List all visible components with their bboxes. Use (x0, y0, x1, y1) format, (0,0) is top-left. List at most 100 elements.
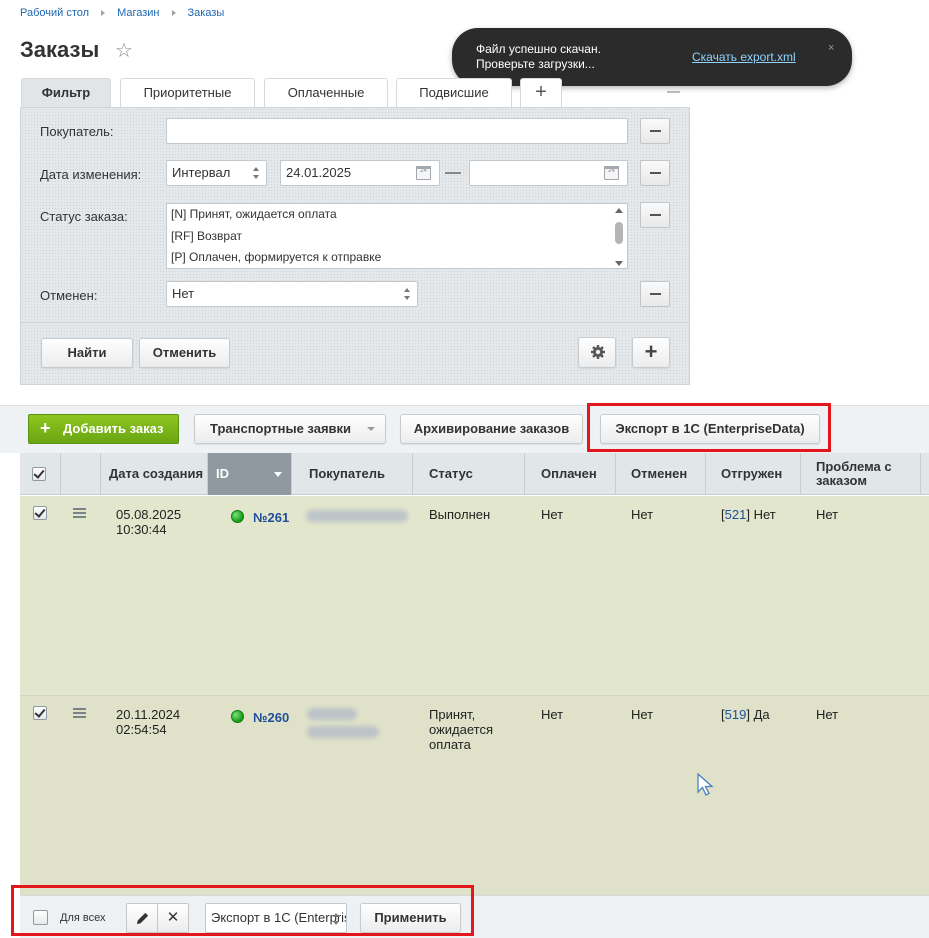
breadcrumb-orders[interactable]: Заказы (188, 7, 225, 19)
status-option[interactable]: [P] Оплачен, формируется к отправке (171, 250, 381, 264)
filter-divider (20, 322, 690, 323)
date-to-input[interactable]: 24 (469, 160, 628, 186)
toast-message: Файл успешно скачан. Проверьте загрузки.… (476, 42, 601, 72)
close-icon[interactable]: × (828, 42, 834, 54)
column-shipped[interactable]: Отгружен (706, 453, 801, 495)
table-row[interactable]: 05.08.2025 10:30:44 №261 Выполнен Нет Не… (20, 496, 929, 695)
header-actions-cell (61, 453, 101, 495)
row-checkbox[interactable] (33, 506, 47, 520)
archive-orders-button[interactable]: Архивирование заказов (400, 414, 583, 444)
reset-button[interactable]: Отменить (139, 338, 230, 368)
collapse-filter-icon[interactable] (667, 91, 680, 93)
remove-buyer-field-icon[interactable] (640, 118, 670, 144)
page-title: Заказы (20, 37, 100, 62)
table-row[interactable]: 20.11.2024 02:54:54 №260 Принят, ожидает… (20, 695, 929, 895)
gear-icon (591, 345, 605, 359)
date-from-input[interactable]: 24.01.2025 24 (280, 160, 440, 186)
buyer-name-blurred[interactable] (307, 726, 379, 738)
column-canceled[interactable]: Отменен (616, 453, 706, 495)
remove-date-field-icon[interactable] (640, 160, 670, 186)
row-created: 05.08.2025 10:30:44 (116, 507, 181, 537)
status-option[interactable]: [N] Принят, ожидается оплата (171, 207, 337, 221)
row-checkbox[interactable] (33, 706, 47, 720)
calendar-icon[interactable]: 24 (604, 166, 619, 180)
tab-paid[interactable]: Оплаченные (264, 78, 388, 108)
row-problem: Нет (816, 507, 839, 522)
row-status: Принят, ожидается оплата (429, 707, 493, 752)
column-id-label: ID (216, 466, 229, 481)
row-shipped: [521] Нет (721, 507, 776, 522)
transport-label: Транспортные заявки (210, 421, 352, 436)
row-shipped: [519] Да (721, 707, 770, 722)
scroll-down-icon[interactable] (615, 261, 623, 266)
mouse-cursor-icon (697, 773, 714, 796)
buyer-name-blurred[interactable] (307, 708, 357, 720)
tab-priority[interactable]: Приоритетные (120, 78, 255, 108)
add-tab-plus-icon[interactable]: + (520, 78, 562, 108)
buyer-name-blurred[interactable] (306, 510, 408, 522)
column-buyer[interactable]: Покупатель (292, 453, 413, 495)
plus-icon: + (40, 418, 51, 438)
header-select-all-cell (20, 453, 61, 495)
calendar-icon[interactable]: 24 (416, 166, 431, 180)
toast-line-1: Файл успешно скачан. (476, 42, 601, 56)
date-mode-select[interactable]: Интервал (166, 160, 267, 186)
breadcrumb-arrow-icon (171, 10, 176, 16)
download-export-link[interactable]: Скачать export.xml (692, 50, 796, 64)
buyer-label: Покупатель: (40, 124, 114, 139)
select-all-checkbox[interactable] (32, 467, 46, 481)
scroll-thumb[interactable] (615, 222, 623, 244)
order-number-link[interactable]: №260 (253, 710, 289, 725)
row-shipped-value: Да (753, 707, 770, 722)
filter-settings-button[interactable] (578, 337, 616, 368)
order-number-link[interactable]: №261 (253, 510, 289, 525)
row-status-line: Принят, (429, 707, 476, 722)
breadcrumb-arrow-icon (101, 10, 106, 16)
column-problem[interactable]: Проблема с заказом (801, 453, 921, 495)
column-id[interactable]: ID (208, 453, 292, 495)
breadcrumb: Рабочий стол Магазин Заказы (20, 7, 224, 19)
canceled-label: Отменен: (40, 288, 98, 303)
find-button[interactable]: Найти (41, 338, 133, 368)
shipment-link[interactable]: 521 (725, 507, 747, 522)
tab-stuck[interactable]: Подвисшие (396, 78, 512, 108)
column-paid[interactable]: Оплачен (525, 453, 616, 495)
column-status[interactable]: Статус (413, 453, 525, 495)
row-created: 20.11.2024 02:54:54 (116, 707, 180, 737)
tab-filter[interactable]: Фильтр (21, 78, 111, 108)
select-arrows-icon (404, 288, 410, 300)
column-created-date[interactable]: Дата создания (101, 453, 208, 495)
remove-canceled-field-icon[interactable] (640, 281, 670, 307)
row-date: 20.11.2024 (116, 707, 181, 722)
status-indicator-icon (231, 510, 244, 523)
row-canceled: Нет (631, 507, 654, 522)
star-icon[interactable]: ☆ (115, 38, 133, 63)
transport-requests-button[interactable]: Транспортные заявки (194, 414, 386, 444)
row-canceled: Нет (631, 707, 654, 722)
row-status-line: Выполнен (429, 507, 491, 522)
select-arrows-icon (253, 167, 259, 179)
download-toast: Файл успешно скачан. Проверьте загрузки.… (452, 28, 852, 86)
row-menu-icon[interactable] (73, 508, 86, 518)
add-order-button[interactable]: + Добавить заказ (28, 414, 179, 444)
status-indicator-icon (231, 710, 244, 723)
scroll-up-icon[interactable] (615, 208, 623, 213)
status-label: Статус заказа: (40, 209, 128, 224)
breadcrumb-desktop[interactable]: Рабочий стол (20, 7, 89, 19)
chevron-down-icon (367, 427, 375, 431)
row-time: 10:30:44 (116, 522, 167, 537)
remove-status-field-icon[interactable] (640, 202, 670, 228)
row-problem: Нет (816, 707, 839, 722)
date-range-dash (445, 172, 461, 174)
shipment-link[interactable]: 519 (725, 707, 747, 722)
row-menu-icon[interactable] (73, 708, 86, 718)
canceled-select[interactable]: Нет (166, 281, 418, 307)
status-scrollbar[interactable] (613, 206, 625, 266)
row-status-line: ожидается (429, 722, 494, 737)
breadcrumb-shop[interactable]: Магазин (117, 7, 159, 19)
status-multiselect[interactable]: [N] Принят, ожидается оплата [RF] Возвра… (166, 203, 628, 269)
row-status: Выполнен (429, 507, 490, 522)
buyer-input[interactable] (166, 118, 628, 144)
add-filter-field-plus-icon[interactable]: + (632, 337, 670, 368)
status-option[interactable]: [RF] Возврат (171, 229, 242, 243)
